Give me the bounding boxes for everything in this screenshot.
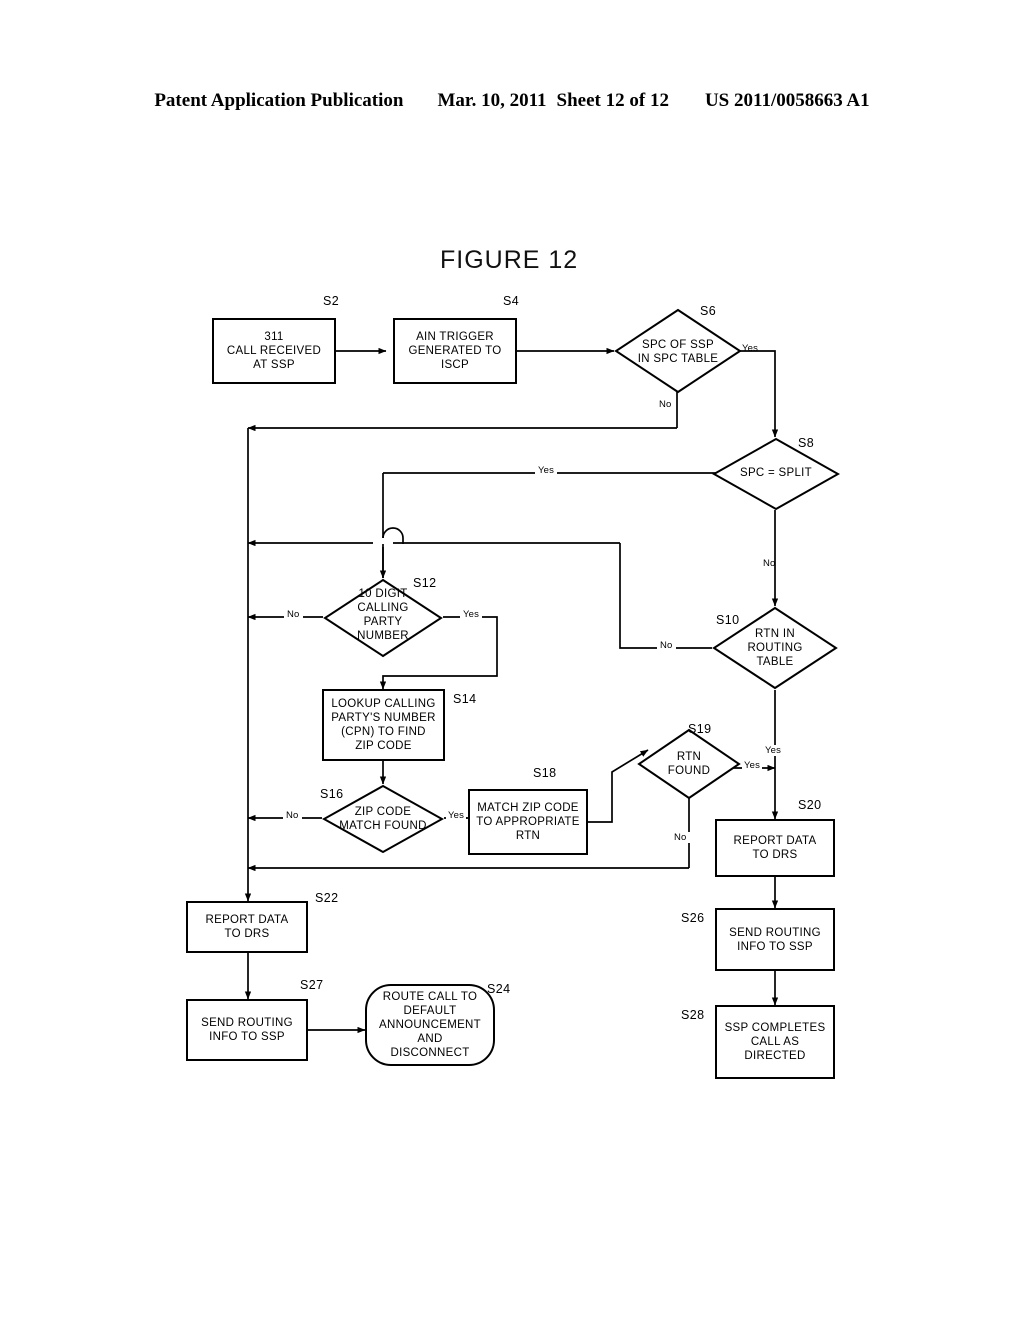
node-s14[interactable]: LOOKUP CALLING PARTY'S NUMBER (CPN) TO F…	[322, 689, 445, 761]
node-s2-text: 311 CALL RECEIVED AT SSP	[226, 331, 322, 371]
node-s22-text: REPORT DATA TO DRS	[205, 914, 289, 940]
edge-label-s16-no: No	[283, 810, 302, 821]
edge-label-s8-no: No	[763, 558, 776, 569]
node-s26-text: SEND ROUTING INFO TO SSP	[729, 926, 821, 953]
edge-label-s19-no: No	[671, 832, 690, 843]
node-s24-tag: S24	[487, 982, 511, 996]
node-s27[interactable]: SEND ROUTING INFO TO SSP	[186, 999, 308, 1061]
node-s20-tag: S20	[798, 798, 822, 812]
node-s6-tag: S6	[700, 304, 717, 318]
edge-label-s10-no: No	[657, 640, 676, 651]
edge-label-s6-yes: Yes	[742, 343, 759, 354]
edge-label-s10-yes: Yes	[763, 745, 784, 756]
edge-s8-yes-down-b	[382, 538, 404, 578]
patent-figure-page: Patent Application Publication Mar. 10, …	[0, 0, 1024, 1320]
node-s4[interactable]: AIN TRIGGER GENERATED TO ISCP	[393, 318, 517, 384]
node-s14-text: LOOKUP CALLING PARTY'S NUMBER (CPN) TO F…	[331, 698, 436, 752]
node-s8[interactable]	[711, 437, 841, 511]
node-s6[interactable]	[614, 308, 742, 394]
edge-label-s12-no: No	[284, 609, 303, 620]
edge-hop-arc	[382, 527, 404, 539]
node-s19[interactable]	[637, 728, 741, 800]
node-s22[interactable]: REPORT DATA TO DRS	[186, 901, 308, 953]
node-s19-tag: S19	[688, 722, 712, 736]
node-s4-tag: S4	[503, 294, 520, 308]
node-s18-tag: S18	[533, 766, 557, 780]
node-s2-tag: S2	[323, 294, 340, 308]
node-s27-text: SEND ROUTING INFO TO SSP	[201, 1017, 293, 1043]
edge-label-s6-no: No	[659, 399, 672, 410]
node-s16-tag: S16	[320, 787, 344, 801]
node-s18[interactable]: MATCH ZIP CODE TO APPROPRIATE RTN	[468, 789, 588, 855]
node-s26[interactable]: SEND ROUTING INFO TO SSP	[715, 908, 835, 971]
node-s20[interactable]: REPORT DATA TO DRS	[715, 819, 835, 877]
node-s12-tag: S12	[413, 576, 437, 590]
node-s28-text: SSP COMPLETES CALL AS DIRECTED	[724, 1022, 826, 1062]
edge-label-s8-yes: Yes	[535, 465, 558, 476]
node-s24-text: ROUTE CALL TO DEFAULT ANNOUNCEMENT AND D…	[379, 991, 481, 1059]
edge-label-s19-yes: Yes	[742, 760, 763, 771]
node-s27-tag: S27	[300, 978, 324, 992]
node-s24[interactable]: ROUTE CALL TO DEFAULT ANNOUNCEMENT AND D…	[365, 984, 495, 1066]
node-s14-tag: S14	[453, 692, 477, 706]
node-s6-shape	[614, 308, 742, 394]
edge-s6-yes-to-s8	[740, 350, 779, 438]
node-s20-text: REPORT DATA TO DRS	[733, 835, 817, 861]
node-s2[interactable]: 311 CALL RECEIVED AT SSP	[212, 318, 336, 384]
node-s26-tag: S26	[681, 911, 705, 925]
edge-label-s16-yes: Yes	[446, 810, 467, 821]
node-s12-shape	[323, 578, 443, 658]
node-s10-tag: S10	[716, 613, 740, 627]
node-s12[interactable]	[323, 578, 443, 658]
node-s8-shape	[711, 437, 841, 511]
edge-label-s12-yes: Yes	[460, 609, 483, 620]
node-s18-text: MATCH ZIP CODE TO APPROPRIATE RTN	[476, 802, 580, 842]
node-s19-shape	[637, 728, 741, 800]
edge-s10-no-up	[619, 543, 712, 649]
node-s28[interactable]: SSP COMPLETES CALL AS DIRECTED	[715, 1005, 835, 1079]
node-s4-text: AIN TRIGGER GENERATED TO ISCP	[408, 331, 502, 371]
node-s8-tag: S8	[798, 436, 815, 450]
node-s28-tag: S28	[681, 1008, 705, 1022]
flowchart-connectors	[244, 347, 779, 1034]
node-s22-tag: S22	[315, 891, 339, 905]
